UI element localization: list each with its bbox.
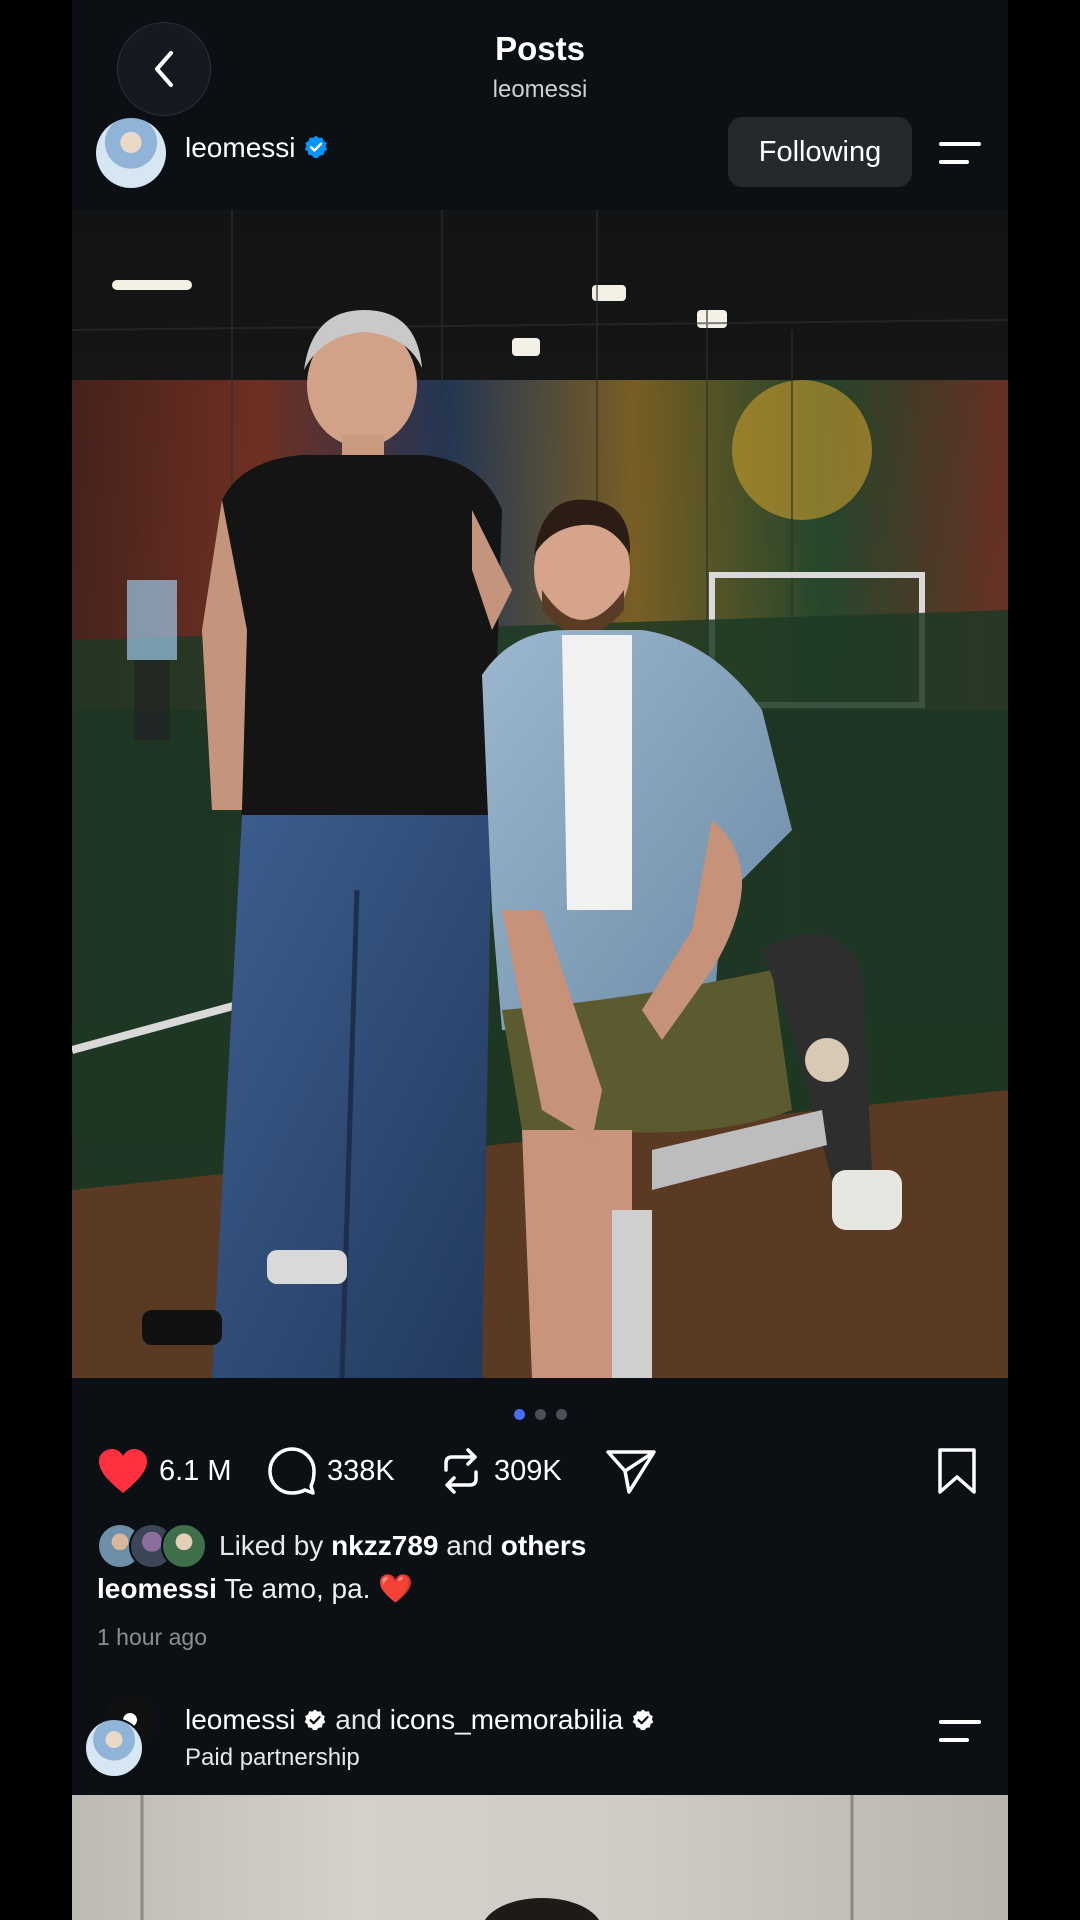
avatar	[84, 1718, 144, 1778]
partner-user-1[interactable]: leomessi	[185, 1704, 295, 1735]
liked-by-user[interactable]: nkzz789	[331, 1530, 438, 1561]
share-button[interactable]	[605, 1440, 657, 1502]
menu-icon[interactable]	[937, 1712, 983, 1752]
verified-badge-icon	[632, 1709, 654, 1731]
post-timestamp: 1 hour ago	[97, 1624, 207, 1650]
repost-count: 309K	[494, 1454, 562, 1487]
menu-icon[interactable]	[937, 134, 983, 174]
post-username[interactable]: leomessi	[185, 132, 329, 164]
following-button[interactable]: Following	[728, 117, 912, 187]
post-caption: leomessi Te amo, pa. ❤️	[97, 1572, 413, 1605]
liked-by-others[interactable]: others	[501, 1530, 587, 1561]
post-image[interactable]	[72, 210, 1008, 1378]
liker-avatar	[161, 1523, 207, 1569]
caption-emoji: ❤️	[378, 1573, 414, 1604]
post-image-2[interactable]	[72, 1795, 1008, 1920]
partnership-users: leomessi and icons_memorabilia	[185, 1704, 655, 1736]
liked-by-prefix: Liked by	[219, 1530, 324, 1561]
share-icon	[606, 1450, 656, 1494]
partner-and: and	[335, 1704, 382, 1735]
photo-illustration	[72, 210, 1008, 1378]
post-header-2: leomessi and icons_memorabilia Paid part…	[72, 1690, 1008, 1790]
bookmark-icon	[938, 1448, 976, 1494]
like-count: 6.1 M	[159, 1454, 232, 1487]
avatar[interactable]	[96, 118, 166, 188]
caption-text: Te amo, pa.	[224, 1573, 371, 1604]
photo-illustration	[140, 1795, 854, 1920]
page-subtitle: leomessi	[492, 76, 588, 103]
page-title: Posts	[495, 30, 585, 67]
post-header: leomessi Following	[72, 110, 1008, 210]
comment-button[interactable]: 338K	[267, 1440, 395, 1502]
post-actions: 6.1 M 338K 309K	[72, 1440, 1008, 1502]
carousel-dot-active	[513, 1409, 525, 1420]
heart-icon	[99, 1449, 147, 1493]
carousel-indicator	[72, 1407, 1008, 1425]
repost-button[interactable]: 309K	[438, 1440, 562, 1502]
carousel-dot	[534, 1409, 546, 1420]
comment-count: 338K	[327, 1454, 395, 1487]
comment-icon	[268, 1447, 316, 1495]
top-nav: Posts leomessi	[72, 0, 1008, 116]
avatar-group[interactable]	[84, 1696, 154, 1778]
save-button[interactable]	[936, 1440, 978, 1502]
username-text[interactable]: leomessi	[185, 132, 295, 163]
caption-username[interactable]: leomessi	[97, 1573, 217, 1604]
app-screen: Posts leomessi leomessi Following 6.1 M …	[72, 0, 1008, 1920]
partner-user-2[interactable]: icons_memorabilia	[390, 1704, 623, 1735]
verified-badge-icon	[305, 1709, 326, 1731]
liked-by-text: Liked by nkzz789 and others	[219, 1530, 586, 1562]
liked-by-row[interactable]: Liked by nkzz789 and others	[97, 1523, 586, 1569]
verified-badge-icon	[305, 135, 328, 159]
carousel-dot	[555, 1409, 567, 1420]
liked-by-and: and	[446, 1530, 493, 1561]
paid-partnership-label[interactable]: Paid partnership	[185, 1744, 360, 1772]
like-button[interactable]: 6.1 M	[97, 1440, 232, 1502]
repost-icon	[444, 1448, 478, 1494]
